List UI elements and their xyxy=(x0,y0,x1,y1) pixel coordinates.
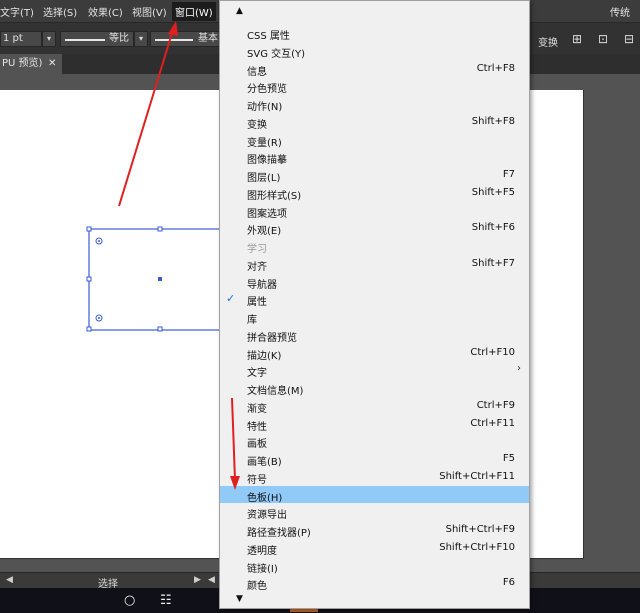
annotation-arrow-down xyxy=(230,397,240,490)
menu-overlay xyxy=(230,397,240,490)
